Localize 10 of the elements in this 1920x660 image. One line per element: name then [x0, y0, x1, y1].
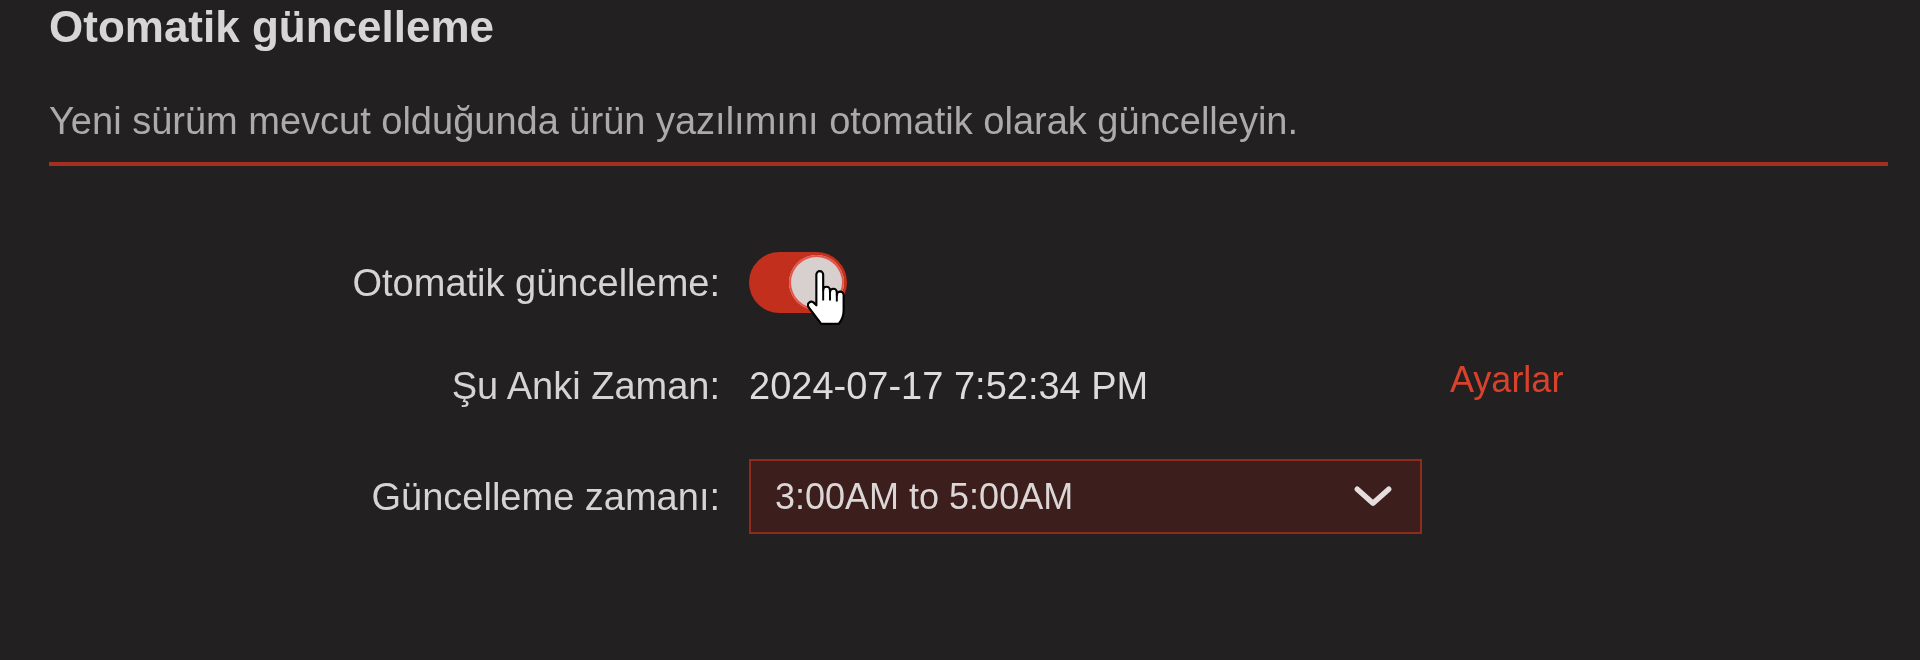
settings-link[interactable]: Ayarlar — [1450, 357, 1564, 403]
section-description: Yeni sürüm mevcut olduğunda ürün yazılımını otomatik olarak güncelleyin. — [49, 99, 1300, 143]
setting-label: Güncelleme zamanı: — [370, 474, 720, 520]
hand-pointer-icon — [807, 270, 845, 325]
current-time-value: 2024-07-17 7:52:34 PM — [749, 364, 1150, 409]
section-title: Otomatik güncelleme — [49, 1, 495, 53]
update-time-dropdown[interactable]: 3:00AM to 5:00AM — [749, 459, 1422, 534]
setting-label: Otomatik güncelleme: — [351, 260, 720, 306]
chevron-down-icon — [1354, 485, 1392, 508]
setting-label: Şu Anki Zaman: — [450, 364, 720, 409]
